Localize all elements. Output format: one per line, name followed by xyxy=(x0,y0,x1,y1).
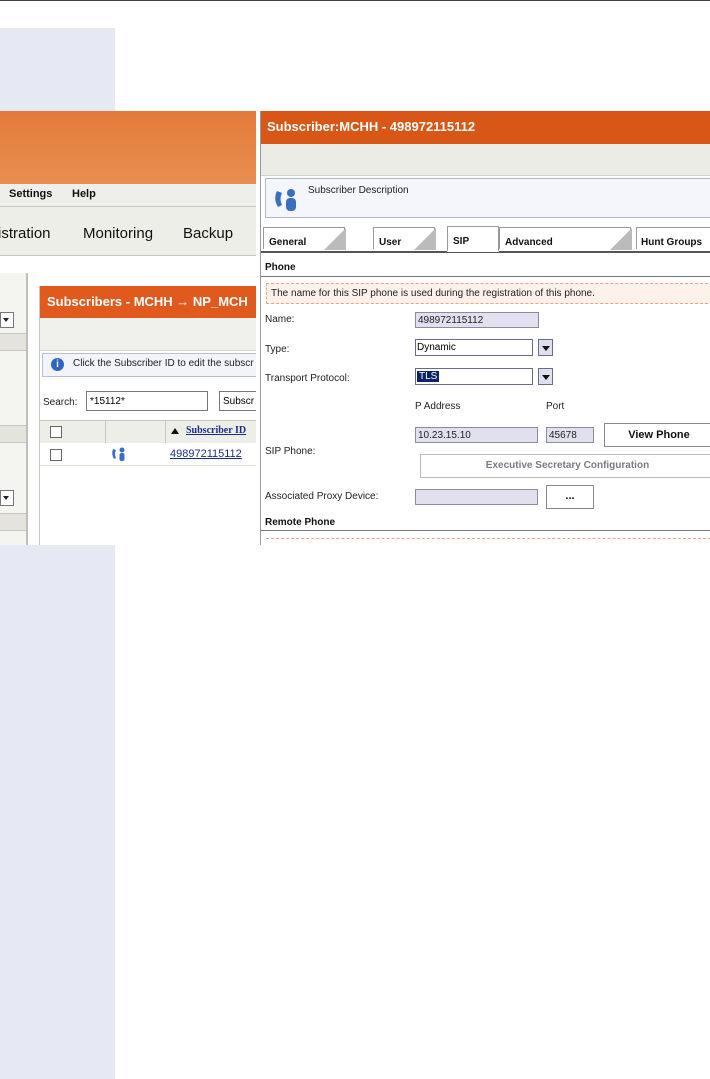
menu-bar: Settings Help xyxy=(0,184,256,207)
nav-backup[interactable]: Backup xyxy=(183,225,233,242)
subscribers-toolbar xyxy=(40,318,256,351)
section-remote-phone-heading: Remote Phone xyxy=(265,517,336,528)
admin-main-window: Settings Help istration Monitoring Backu… xyxy=(0,111,256,545)
transport-protocol-dropdown-button[interactable] xyxy=(538,368,553,385)
tab-strip: General User SIP Advanced Hunt Groups xyxy=(261,224,710,253)
select-all-checkbox[interactable] xyxy=(50,426,62,438)
proxy-device-field[interactable] xyxy=(415,489,538,505)
info-bar: i Click the Subscriber ID to edit the su… xyxy=(42,353,256,377)
tree-row xyxy=(0,425,26,443)
menu-settings[interactable]: Settings xyxy=(9,188,52,200)
type-label: Type: xyxy=(265,344,290,355)
nav-bar: istration Monitoring Backup xyxy=(0,207,256,256)
tab-sip[interactable]: SIP xyxy=(447,226,499,252)
navigation-tree xyxy=(0,273,28,545)
hint-text: The name for this SIP phone is used duri… xyxy=(271,288,595,299)
name-field[interactable]: 498972115112 xyxy=(415,312,539,328)
transport-protocol-label: Transport Protocol: xyxy=(265,373,350,384)
tab-general-label: General xyxy=(269,237,307,248)
subscriber-description-label: Subscriber Description xyxy=(308,185,409,196)
search-field-select[interactable]: Subscr xyxy=(219,391,256,411)
section-divider xyxy=(261,530,710,531)
tab-advanced[interactable]: Advanced xyxy=(499,227,632,250)
tab-general[interactable]: General xyxy=(263,227,346,250)
browse-button[interactable]: ... xyxy=(546,485,594,509)
hint-bar: The name for this SIP phone is used duri… xyxy=(266,283,710,304)
tree-row xyxy=(0,333,26,351)
row-checkbox[interactable] xyxy=(50,449,62,461)
tab-advanced-label: Advanced xyxy=(505,237,553,248)
app-banner xyxy=(0,111,256,184)
tab-fold xyxy=(414,228,436,250)
table-row: 498972115112 xyxy=(40,443,256,466)
subscribers-panel: Subscribers - MCHH → NP_MCH i Click the … xyxy=(39,286,256,545)
ip-address-column-label: P Address xyxy=(415,401,461,412)
subscribers-header: Subscribers - MCHH → NP_MCH xyxy=(40,286,256,318)
sip-phone-icon xyxy=(112,447,125,461)
nav-monitoring[interactable]: Monitoring xyxy=(83,225,153,242)
column-subscriber-id[interactable]: Subscriber ID xyxy=(186,425,246,436)
type-dropdown-button[interactable] xyxy=(538,339,553,356)
table-header: Subscriber ID xyxy=(40,420,256,444)
top-rule xyxy=(0,0,710,1)
search-label: Search: xyxy=(43,397,78,408)
info-icon: i xyxy=(51,358,64,371)
search-input[interactable]: *15112* xyxy=(86,391,208,411)
tab-user[interactable]: User xyxy=(373,227,436,250)
tab-user-label: User xyxy=(379,237,402,248)
subscriber-detail-window: Subscriber:MCHH - 498972115112 Subscribe… xyxy=(260,111,710,545)
ip-address-field[interactable]: 10.23.15.10 xyxy=(415,427,538,443)
tree-dropdown[interactable] xyxy=(0,490,14,506)
window-title: Subscriber:MCHH - 498972115112 xyxy=(267,119,476,134)
view-phone-button[interactable]: View Phone xyxy=(604,423,710,447)
info-text: Click the Subscriber ID to edit the subs… xyxy=(73,358,254,369)
proxy-device-label: Associated Proxy Device: xyxy=(265,491,379,502)
remote-hint-border xyxy=(266,538,710,539)
subscriber-description-box: Subscriber Description xyxy=(265,178,710,218)
executive-secretary-button[interactable]: Executive Secretary Configuration xyxy=(420,454,710,478)
section-divider xyxy=(261,276,710,277)
tab-sip-label: SIP xyxy=(453,236,470,247)
type-select[interactable]: Dynamic xyxy=(415,339,533,356)
window-title-bar: Subscriber:MCHH - 498972115112 xyxy=(261,111,710,144)
menu-help[interactable]: Help xyxy=(72,188,96,200)
screenshot-area: Settings Help istration Monitoring Backu… xyxy=(0,111,710,545)
tab-hunt-groups[interactable]: Hunt Groups xyxy=(636,227,710,249)
tree-dropdown[interactable] xyxy=(0,312,14,328)
sort-ascending-icon xyxy=(171,428,179,434)
tree-row xyxy=(0,513,26,531)
subscriber-id-link[interactable]: 498972115112 xyxy=(170,448,242,460)
tab-fold xyxy=(324,228,346,250)
subscribers-title: Subscribers - MCHH → NP_MCH xyxy=(47,294,248,309)
tab-fold xyxy=(610,228,632,250)
section-phone-heading: Phone xyxy=(265,262,296,273)
name-label: Name: xyxy=(265,314,295,325)
port-column-label: Port xyxy=(546,401,565,412)
column-divider xyxy=(105,421,106,443)
transport-protocol-value: TLS xyxy=(417,371,440,382)
sip-phone-label: SIP Phone: xyxy=(265,446,316,457)
port-field[interactable]: 45678 xyxy=(546,427,594,443)
tab-hunt-groups-label: Hunt Groups xyxy=(641,237,703,248)
sip-phone-icon xyxy=(275,189,296,211)
column-divider xyxy=(165,421,166,443)
window-toolbar xyxy=(261,144,710,176)
transport-protocol-select[interactable]: TLS xyxy=(415,368,533,385)
nav-administration[interactable]: istration xyxy=(0,225,51,242)
